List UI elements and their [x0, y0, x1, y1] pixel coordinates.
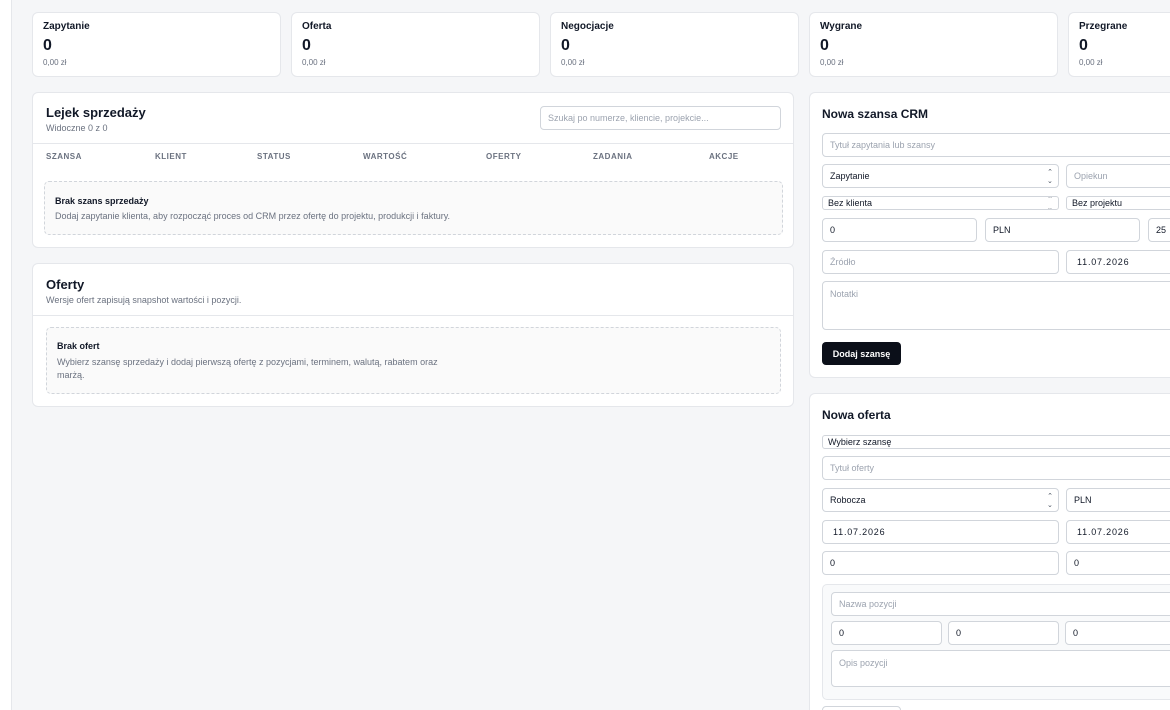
- stat-card-lost: Przegrane 0 0,00 zł: [1068, 12, 1170, 77]
- stat-count: 0: [1079, 37, 1088, 54]
- add-item-button-edge[interactable]: [822, 706, 901, 710]
- empty-description: Wybierz szansę sprzedaży i dodaj pierwsz…: [57, 357, 438, 380]
- opportunity-project-select[interactable]: Bez projektu: [1066, 196, 1170, 210]
- select-value: Wybierz szansę: [828, 437, 892, 447]
- empty-title: Brak szans sprzedaży: [55, 196, 149, 206]
- offers-title: Oferty: [46, 277, 85, 292]
- offer-currency-input[interactable]: PLN: [1066, 488, 1170, 512]
- stat-amount: 0,00 zł: [43, 58, 67, 67]
- offer-date-to-input[interactable]: 11.07.2026: [1066, 520, 1170, 544]
- sidebar-edge: [0, 0, 12, 710]
- stat-label: Negocjacje: [561, 21, 614, 32]
- opportunity-client-select[interactable]: Bez klienta ⌃ ⌃: [822, 196, 1059, 210]
- offers-empty-state: Brak ofert Wybierz szansę sprzedaży i do…: [46, 327, 781, 394]
- opportunity-probability-input[interactable]: 25: [1148, 218, 1170, 242]
- new-offer-title: Nowa oferta: [822, 408, 891, 422]
- stat-amount: 0,00 zł: [302, 58, 326, 67]
- offer-discount-input[interactable]: 0: [822, 551, 1059, 575]
- chevron-updown-icon: ⌃ ⌃: [1047, 169, 1053, 183]
- stat-label: Zapytanie: [43, 21, 90, 32]
- select-value: Robocza: [830, 495, 866, 505]
- offer-opportunity-select[interactable]: Wybierz szansę: [822, 435, 1170, 449]
- stat-count: 0: [561, 37, 570, 54]
- stat-card-offer: Oferta 0 0,00 zł: [291, 12, 540, 77]
- stat-label: Wygrane: [820, 21, 863, 32]
- item-description-textarea[interactable]: Opis pozycji: [831, 650, 1170, 687]
- column-header-client[interactable]: KLIENT: [155, 152, 187, 161]
- stat-amount: 0,00 zł: [561, 58, 585, 67]
- opportunity-source-input[interactable]: Źródło: [822, 250, 1059, 274]
- offer-margin-input[interactable]: 0: [1066, 551, 1170, 575]
- offer-date-from-input[interactable]: 11.07.2026: [822, 520, 1059, 544]
- stat-card-won: Wygrane 0 0,00 zł: [809, 12, 1058, 77]
- stat-count: 0: [43, 37, 52, 54]
- opportunity-currency-input[interactable]: PLN: [985, 218, 1140, 242]
- column-header-status[interactable]: STATUS: [257, 152, 291, 161]
- chevron-updown-icon: ⌃ ⌃: [1047, 196, 1053, 210]
- column-header-value[interactable]: WARTOŚĆ: [363, 152, 407, 161]
- add-opportunity-button[interactable]: Dodaj szansę: [822, 342, 901, 365]
- stat-amount: 0,00 zł: [1079, 58, 1103, 67]
- select-value: Bez klienta: [828, 198, 873, 208]
- funnel-header-divider: [33, 143, 793, 144]
- offers-header-divider: [33, 315, 793, 316]
- column-header-actions[interactable]: AKCJE: [709, 152, 739, 161]
- funnel-subtitle: Widoczne 0 z 0: [46, 123, 108, 133]
- opportunity-title-input[interactable]: Tytuł zapytania lub szansy: [822, 133, 1170, 157]
- opportunity-owner-input[interactable]: Opiekun: [1066, 164, 1170, 188]
- opportunity-date-input[interactable]: 11.07.2026: [1066, 250, 1170, 274]
- stat-label: Oferta: [302, 21, 332, 32]
- new-opportunity-title: Nowa szansa CRM: [822, 107, 929, 121]
- stat-count: 0: [302, 37, 311, 54]
- stat-count: 0: [820, 37, 829, 54]
- offers-subtitle: Wersje ofert zapisują snapshot wartości …: [46, 295, 242, 305]
- funnel-search-input[interactable]: Szukaj po numerze, kliencie, projekcie..…: [540, 106, 781, 130]
- offer-title-input[interactable]: Tytuł oferty: [822, 456, 1170, 480]
- stat-label: Przegrane: [1079, 21, 1128, 32]
- item-price-input[interactable]: 0: [948, 621, 1059, 645]
- opportunity-value-input[interactable]: 0: [822, 218, 977, 242]
- empty-description: Dodaj zapytanie klienta, aby rozpocząć p…: [55, 211, 451, 221]
- funnel-title: Lejek sprzedaży: [46, 105, 146, 120]
- column-header-tasks[interactable]: ZADANIA: [593, 152, 633, 161]
- column-header-offers[interactable]: OFERTY: [486, 152, 521, 161]
- stat-card-inquiry: Zapytanie 0 0,00 zł: [32, 12, 281, 77]
- column-header-opportunity[interactable]: SZANSA: [46, 152, 82, 161]
- stat-amount: 0,00 zł: [820, 58, 844, 67]
- item-quantity-input[interactable]: 0: [831, 621, 942, 645]
- opportunity-stage-select[interactable]: Zapytanie ⌃ ⌃: [822, 164, 1059, 188]
- item-name-input[interactable]: Nazwa pozycji: [831, 592, 1170, 616]
- funnel-empty-state: Brak szans sprzedaży Dodaj zapytanie kli…: [44, 181, 783, 235]
- empty-title: Brak ofert: [57, 341, 100, 351]
- opportunity-notes-textarea[interactable]: Notatki: [822, 281, 1170, 330]
- item-vat-input[interactable]: 0: [1065, 621, 1170, 645]
- select-value: Bez projektu: [1072, 198, 1123, 208]
- select-value: Zapytanie: [830, 171, 870, 181]
- chevron-updown-icon: ⌃ ⌃: [1047, 493, 1053, 507]
- offer-status-select[interactable]: Robocza ⌃ ⌃: [822, 488, 1059, 512]
- stat-card-negotiation: Negocjacje 0 0,00 zł: [550, 12, 799, 77]
